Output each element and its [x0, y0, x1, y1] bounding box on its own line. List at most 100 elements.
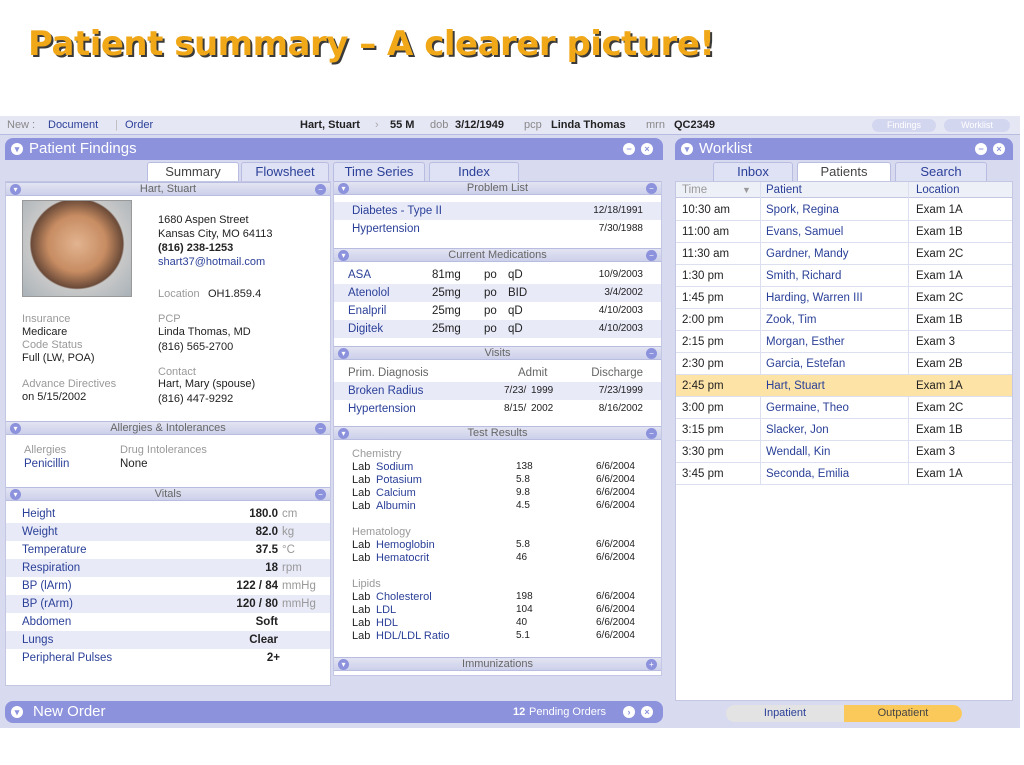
worklist-row[interactable]: 3:15 pm Slacker, Jon Exam 1B — [676, 419, 1012, 441]
worklist-patient: Morgan, Esther — [766, 336, 845, 348]
worklist-row[interactable]: 2:15 pm Morgan, Esther Exam 3 — [676, 331, 1012, 353]
lab-row[interactable]: Lab Potasium 5.8 6/6/2004 — [352, 474, 652, 486]
lab-row[interactable]: Lab Cholesterol 198 6/6/2004 — [352, 591, 652, 603]
minimize-icon[interactable]: − — [623, 143, 635, 155]
lab-value: 104 — [516, 604, 533, 615]
vital-row[interactable]: Temperature 37.5 °C — [6, 541, 330, 559]
worklist-row[interactable]: 1:45 pm Harding, Warren III Exam 2C — [676, 287, 1012, 309]
collapse-icon[interactable]: ▾ — [681, 143, 693, 155]
toggle-outpatient[interactable]: Outpatient — [844, 705, 962, 722]
visit-row[interactable]: Broken Radius 7/23/1999 7/23/1999 — [334, 382, 661, 400]
collapse-icon[interactable]: ▾ — [10, 423, 21, 434]
collapse-icon[interactable]: ▾ — [338, 183, 349, 194]
tab-search[interactable]: Search — [895, 162, 987, 181]
vitals-header[interactable]: ▾ Vitals − — [6, 487, 330, 501]
vital-row[interactable]: BP (lArm) 122 / 84 mmHg — [6, 577, 330, 595]
worklist-row[interactable]: 11:00 am Evans, Samuel Exam 1B — [676, 221, 1012, 243]
minimize-icon[interactable]: − — [646, 250, 657, 261]
lab-row[interactable]: Lab LDL 104 6/6/2004 — [352, 604, 652, 616]
sort-desc-icon[interactable]: ▼ — [742, 182, 751, 198]
expand-icon[interactable]: + — [646, 659, 657, 670]
tab-summary[interactable]: Summary — [147, 162, 239, 181]
visit-row[interactable]: Hypertension 8/15/2002 8/16/2002 — [334, 400, 661, 418]
visit-discharge-md: 8/16/ — [598, 403, 621, 414]
problem-row[interactable]: Diabetes - Type II 12/18/1991 — [334, 202, 661, 220]
minimize-icon[interactable]: − — [315, 184, 326, 195]
collapse-icon[interactable]: ▾ — [10, 184, 21, 195]
new-order-link[interactable]: Order — [125, 116, 153, 135]
collapse-icon[interactable]: ▾ — [10, 489, 21, 500]
vital-row[interactable]: Lungs Clear — [6, 631, 330, 649]
worklist-row[interactable]: 11:30 am Gardner, Mandy Exam 2C — [676, 243, 1012, 265]
worklist-row[interactable]: 1:30 pm Smith, Richard Exam 1A — [676, 265, 1012, 287]
allergies-header[interactable]: ▾ Allergies & Intolerances − — [6, 421, 330, 435]
tab-inbox[interactable]: Inbox — [713, 162, 793, 181]
patient-email-link[interactable]: shart37@hotmail.com — [158, 256, 265, 268]
worklist-toggle-button[interactable]: Worklist — [944, 119, 1010, 132]
lab-row[interactable]: Lab Calcium 9.8 6/6/2004 — [352, 487, 652, 499]
col-time[interactable]: Time — [682, 182, 707, 198]
collapse-icon[interactable]: ▾ — [338, 659, 349, 670]
worklist-row[interactable]: 3:45 pm Seconda, Emilia Exam 1A — [676, 463, 1012, 485]
vital-row[interactable]: Respiration 18 rpm — [6, 559, 330, 577]
lab-row[interactable]: Lab Sodium 138 6/6/2004 — [352, 461, 652, 473]
tab-patients[interactable]: Patients — [797, 162, 891, 181]
col-location[interactable]: Location — [916, 182, 959, 198]
tab-flowsheet[interactable]: Flowsheet — [241, 162, 329, 181]
worklist-row[interactable]: 2:45 pm Hart, Stuart Exam 1A — [676, 375, 1012, 397]
medication-row[interactable]: ASA 81mg po qD 10/9/2003 — [334, 266, 661, 284]
worklist-row[interactable]: 10:30 am Spork, Regina Exam 1A — [676, 199, 1012, 221]
vital-row[interactable]: Abdomen Soft — [6, 613, 330, 631]
problem-row[interactable]: Hypertension 7/30/1988 — [334, 220, 661, 238]
medication-row[interactable]: Atenolol 25mg po BID 3/4/2002 — [334, 284, 661, 302]
close-icon[interactable]: × — [641, 143, 653, 155]
collapse-icon[interactable]: ▾ — [338, 348, 349, 359]
lab-row[interactable]: Lab Hemoglobin 5.8 6/6/2004 — [352, 539, 652, 551]
tab-time-series[interactable]: Time Series — [333, 162, 425, 181]
new-order-bar[interactable]: ▾ New Order 12 Pending Orders › × — [5, 701, 663, 723]
worklist-row[interactable]: 3:00 pm Germaine, Theo Exam 2C — [676, 397, 1012, 419]
collapse-icon[interactable]: ▾ — [338, 428, 349, 439]
minimize-icon[interactable]: − — [646, 348, 657, 359]
tab-index[interactable]: Index — [429, 162, 519, 181]
minimize-icon[interactable]: − — [646, 183, 657, 194]
problem-list-header[interactable]: ▾ Problem List − — [334, 181, 661, 195]
minimize-icon[interactable]: − — [315, 489, 326, 500]
vital-row[interactable]: Weight 82.0 kg — [6, 523, 330, 541]
medication-row[interactable]: Digitek 25mg po qD 4/10/2003 — [334, 320, 661, 338]
worklist-row[interactable]: 3:30 pm Wendall, Kin Exam 3 — [676, 441, 1012, 463]
lab-row[interactable]: Lab Hematocrit 46 6/6/2004 — [352, 552, 652, 564]
worklist-row[interactable]: 2:00 pm Zook, Tim Exam 1B — [676, 309, 1012, 331]
vital-row[interactable]: Peripheral Pulses 2+ — [6, 649, 330, 667]
lab-row[interactable]: Lab HDL/LDL Ratio 5.1 6/6/2004 — [352, 630, 652, 642]
allergy-value[interactable]: Penicillin — [24, 458, 69, 470]
close-icon[interactable]: × — [641, 706, 653, 718]
minimize-icon[interactable]: − — [975, 143, 987, 155]
close-icon[interactable]: × — [993, 143, 1005, 155]
new-document-link[interactable]: Document — [48, 116, 98, 135]
add-icon[interactable]: › — [623, 706, 635, 718]
toggle-inpatient[interactable]: Inpatient — [726, 705, 844, 722]
findings-toggle-button[interactable]: Findings — [872, 119, 936, 132]
col-patient[interactable]: Patient — [766, 182, 802, 198]
minimize-icon[interactable]: − — [315, 423, 326, 434]
medications-header[interactable]: ▾ Current Medications − — [334, 248, 661, 262]
immunizations-header[interactable]: ▾ Immunizations + — [334, 657, 661, 671]
test-results-header[interactable]: ▾ Test Results − — [334, 426, 661, 440]
demographics-header[interactable]: ▾ Hart, Stuart − — [6, 182, 330, 196]
lab-row[interactable]: Lab HDL 40 6/6/2004 — [352, 617, 652, 629]
lab-row[interactable]: Lab Albumin 4.5 6/6/2004 — [352, 500, 652, 512]
worklist-row[interactable]: 2:30 pm Garcia, Estefan Exam 2B — [676, 353, 1012, 375]
vital-row[interactable]: Height 180.0 cm — [6, 505, 330, 523]
collapse-icon[interactable]: ▾ — [338, 250, 349, 261]
worklist-patient: Smith, Richard — [766, 270, 842, 282]
medication-row[interactable]: Enalpril 25mg po qD 4/10/2003 — [334, 302, 661, 320]
worklist-body: Time ▼ Patient Location 10:30 am Spork, R… — [675, 181, 1013, 722]
collapse-icon[interactable]: ▾ — [11, 143, 23, 155]
patient-type-toggle[interactable]: Inpatient Outpatient — [726, 705, 962, 722]
expand-icon[interactable]: ▾ — [11, 706, 23, 718]
visits-header[interactable]: ▾ Visits − — [334, 346, 661, 360]
vital-row[interactable]: BP (rArm) 120 / 80 mmHg — [6, 595, 330, 613]
mrn-label: mrn — [646, 119, 665, 131]
minimize-icon[interactable]: − — [646, 428, 657, 439]
